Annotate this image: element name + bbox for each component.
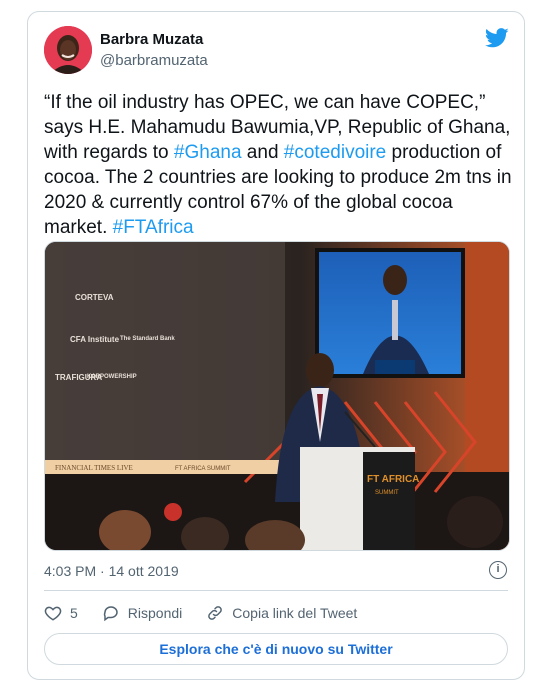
sponsor-logo: The Standard Bank <box>120 336 175 342</box>
tweet-text: “If the oil industry has OPEC, we can ha… <box>44 90 512 240</box>
hashtag-ftafrica[interactable]: #FTAfrica <box>113 217 194 238</box>
explore-twitter-button[interactable]: Esplora che c'è di nuovo su Twitter <box>44 633 508 665</box>
avatar[interactable] <box>44 26 92 74</box>
divider <box>44 590 508 591</box>
stage-banner: FINANCIAL TIMES LIVE FT AFRICA SUMMIT <box>45 460 285 474</box>
link-icon <box>208 606 223 620</box>
twitter-bird-icon[interactable] <box>485 27 509 49</box>
author-handle[interactable]: @barbramuzata <box>100 52 208 69</box>
sponsor-logo: CFA Institute <box>70 335 120 344</box>
reply-label: Rispondi <box>127 605 183 621</box>
sponsor-logo: KARPOWERSHIP <box>87 374 137 380</box>
video-screen <box>315 248 465 378</box>
copy-link-label: Copia link del Tweet <box>232 605 358 621</box>
tweet-card: Barbra Muzata @barbramuzata “If the oil … <box>27 11 525 680</box>
avatar-image <box>44 26 92 74</box>
author-name[interactable]: Barbra Muzata <box>100 31 203 48</box>
speech-bubble-icon <box>103 606 118 622</box>
hashtag-cotedivoire[interactable]: #cotedivoire <box>284 142 386 163</box>
heart-icon <box>44 606 62 621</box>
podium: FT AFRICA SUMMIT <box>300 447 419 550</box>
svg-text:FINANCIAL TIMES LIVE: FINANCIAL TIMES LIVE <box>55 464 133 472</box>
sponsor-logo: CORTEVA <box>75 293 114 302</box>
copy-link-button[interactable]: Copia link del Tweet <box>206 604 357 622</box>
tweet-timestamp[interactable]: 4:03 PM · 14 ott 2019 <box>44 563 179 579</box>
hashtag-ghana[interactable]: #Ghana <box>174 142 242 163</box>
svg-text:FT AFRICA: FT AFRICA <box>367 474 419 485</box>
svg-text:SUMMIT: SUMMIT <box>375 490 399 496</box>
info-icon[interactable]: i <box>489 561 507 579</box>
reply-button[interactable]: Rispondi <box>102 604 182 622</box>
like-button[interactable]: 5 <box>44 604 78 622</box>
conference-photo: CORTEVA CFA Institute TRAFIGURA KARPOWER… <box>45 242 509 550</box>
tweet-text-part: and <box>241 142 284 163</box>
tweet-actions: 5 Rispondi Copia link del Tweet <box>44 602 381 624</box>
svg-text:FT AFRICA SUMMIT: FT AFRICA SUMMIT <box>175 466 231 472</box>
like-count: 5 <box>70 605 78 621</box>
tweet-photo[interactable]: CORTEVA CFA Institute TRAFIGURA KARPOWER… <box>44 241 510 551</box>
